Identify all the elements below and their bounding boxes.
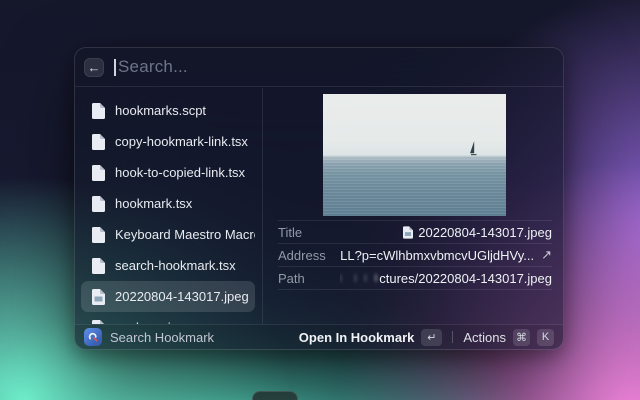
- search-input[interactable]: Search...: [114, 57, 188, 77]
- metadata-value-path: ctures/20220804-143017.jpeg: [379, 271, 552, 286]
- file-name: search-hookmark.tsx: [115, 258, 236, 273]
- command-key-badge[interactable]: ⌘: [513, 329, 530, 346]
- metadata-label: Path: [278, 271, 340, 286]
- open-in-hookmark-button[interactable]: Open In Hookmark: [299, 330, 415, 345]
- search-header: ← Search...: [75, 48, 563, 87]
- list-item[interactable]: Keyboard Maestro Macros.k...: [81, 219, 255, 250]
- list-item-selected[interactable]: 20220804-143017.jpeg: [81, 281, 255, 312]
- sailboat-graphic: [469, 141, 478, 164]
- search-placeholder: Search...: [118, 57, 188, 77]
- extension-chip: Search Hookmark: [84, 328, 214, 346]
- image-preview: [323, 94, 506, 216]
- redacted-block: [355, 274, 356, 282]
- redacted-block: [375, 274, 377, 282]
- file-icon: [92, 165, 105, 181]
- list-item[interactable]: hook-to-copied-link.tsx: [81, 157, 255, 188]
- back-button[interactable]: ←: [84, 58, 104, 77]
- file-icon: [92, 258, 105, 274]
- file-icon: [403, 226, 413, 239]
- list-item[interactable]: search-hookmark.tsx: [81, 250, 255, 281]
- list-item[interactable]: hookmark.tsx: [81, 188, 255, 219]
- extension-name: Search Hookmark: [110, 330, 214, 345]
- return-key-badge[interactable]: ↵: [421, 329, 442, 346]
- footer-bar: Search Hookmark Open In Hookmark ↵ Actio…: [75, 324, 563, 349]
- metadata-table: Title 20220804-143017.jpeg Address hook:…: [278, 220, 552, 290]
- redacted-block: [365, 274, 366, 282]
- external-link-icon: ↗: [541, 247, 552, 263]
- background-window-peek[interactable]: [252, 391, 298, 400]
- back-arrow-icon: ←: [88, 61, 101, 74]
- raycast-window: ← Search... hookmarks.scpt copy-hookmark…: [74, 47, 564, 350]
- k-key-badge[interactable]: K: [537, 329, 554, 346]
- metadata-label: Address: [278, 248, 340, 263]
- file-name: hookmark.tsx: [115, 196, 192, 211]
- metadata-label: Title: [278, 225, 340, 240]
- file-name: 20220804-143017.jpeg: [115, 289, 249, 304]
- list-item[interactable]: copy-hookmark-link.tsx: [81, 126, 255, 157]
- hookmark-app-icon: [84, 328, 102, 346]
- list-item[interactable]: package.json: [81, 312, 255, 324]
- actions-button[interactable]: Actions: [463, 330, 506, 345]
- metadata-row-title: Title 20220804-143017.jpeg: [278, 221, 552, 244]
- file-name: hookmarks.scpt: [115, 103, 206, 118]
- redacted-block: [340, 274, 341, 282]
- metadata-row-address[interactable]: Address hook://file/RrosuJKLL?p=cWlhbmxv…: [278, 244, 552, 267]
- detail-panel: Title 20220804-143017.jpeg Address hook:…: [263, 88, 563, 324]
- text-caret: [114, 59, 116, 76]
- list-item[interactable]: hookmarks.scpt: [81, 95, 255, 126]
- file-icon: [92, 196, 105, 212]
- file-name: copy-hookmark-link.tsx: [115, 134, 248, 149]
- file-name: Keyboard Maestro Macros.k...: [115, 227, 255, 242]
- file-icon: [92, 134, 105, 150]
- file-name: hook-to-copied-link.tsx: [115, 165, 245, 180]
- metadata-value-address: hook://file/RrosuJKLL?p=cWlhbmxvbmcvUGlj…: [340, 248, 534, 263]
- metadata-value-title: 20220804-143017.jpeg: [418, 225, 552, 240]
- file-icon: [92, 227, 105, 243]
- file-icon: [92, 103, 105, 119]
- results-list: hookmarks.scpt copy-hookmark-link.tsx ho…: [75, 88, 262, 324]
- image-file-icon: [92, 289, 105, 305]
- footer-divider: [452, 331, 453, 343]
- metadata-row-path: Path ctures/20220804-143017.jpeg: [278, 267, 552, 290]
